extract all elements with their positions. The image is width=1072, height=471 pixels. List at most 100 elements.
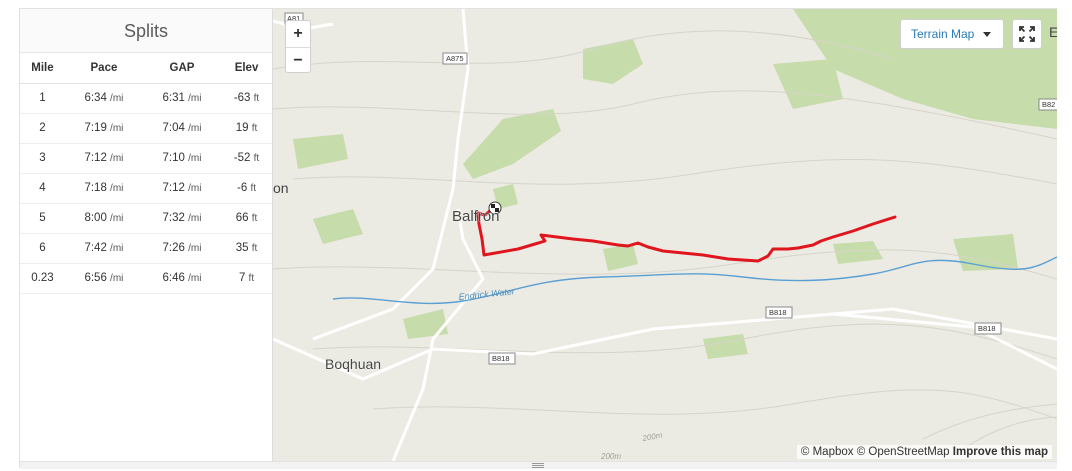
map-attribution: © Mapbox © OpenStreetMap Improve this ma…	[796, 445, 1052, 459]
route-line	[476, 208, 897, 263]
river-line	[332, 256, 1057, 305]
river-label: Endrick Water	[458, 286, 516, 302]
split-gap-unit: /mi	[188, 243, 202, 254]
split-pace-value: 7:19	[84, 122, 107, 134]
split-mile-value: 5	[39, 212, 46, 224]
zoom-out-button[interactable]: −	[286, 48, 310, 74]
resize-grip-icon[interactable]	[532, 463, 544, 468]
split-row: 0.23 6:56 /mi 6:46 /mi 7 ft	[20, 263, 272, 294]
terrain-map-dropdown[interactable]: Terrain Map	[900, 19, 1004, 49]
split-gap-value: 7:12	[162, 182, 185, 194]
split-pace-value: 7:18	[84, 182, 107, 194]
split-gap-value: 7:32	[162, 212, 185, 224]
edge-label-left: on	[273, 180, 289, 196]
split-gap-unit: /mi	[188, 183, 202, 194]
split-mile-value: 6	[39, 242, 46, 254]
edge-label-right: E	[1049, 24, 1057, 40]
split-pace: 8:00 /mi	[64, 203, 143, 234]
split-elev-value: 35	[235, 242, 249, 254]
split-pace-value: 7:42	[84, 242, 107, 254]
split-elev-value: -63	[233, 92, 251, 104]
col-gap: GAP	[142, 53, 222, 84]
split-mile-value: 2	[39, 122, 46, 134]
town-label-balfron: Balfron	[452, 208, 500, 225]
col-pace: Pace	[64, 53, 143, 84]
zoom-control: + −	[285, 20, 311, 73]
splits-panel: Splits Mile Pace GAP Elev 1 6:34 /mi 6:31 …	[20, 9, 273, 461]
split-pace-unit: /mi	[110, 243, 124, 254]
split-gap: 7:12 /mi	[142, 173, 222, 204]
split-elev: -63 ft	[221, 83, 272, 114]
split-pace-unit: /mi	[110, 183, 124, 194]
split-pace: 7:18 /mi	[64, 173, 143, 204]
split-pace: 7:42 /mi	[64, 233, 143, 264]
town-label-boqhuan: Boqhuan	[325, 356, 381, 372]
split-gap: 6:46 /mi	[142, 263, 222, 294]
split-elev-unit: ft	[248, 273, 255, 284]
split-pace-unit: /mi	[110, 153, 124, 164]
split-gap-unit: /mi	[188, 93, 202, 104]
split-gap: 7:10 /mi	[142, 143, 222, 174]
split-pace-unit: /mi	[110, 123, 124, 134]
split-gap-unit: /mi	[188, 273, 202, 284]
mapbox-attribution-link[interactable]: © Mapbox	[801, 446, 854, 458]
split-pace-unit: /mi	[110, 213, 124, 224]
split-mile: 4	[20, 173, 65, 204]
map-canvas: A81 A875 B82 B818 B818 B818 Balfron Boqh…	[273, 9, 1057, 461]
split-elev: 19 ft	[221, 113, 272, 144]
splits-table: Mile Pace GAP Elev 1 6:34 /mi 6:31 /mi -63 …	[20, 53, 272, 294]
split-elev-value: -6	[237, 182, 248, 194]
road-label-b818-b: B818	[492, 354, 510, 363]
split-mile: 5	[20, 203, 65, 234]
split-pace-value: 6:34	[84, 92, 107, 104]
split-pace: 6:34 /mi	[64, 83, 143, 114]
route-map[interactable]: A81 A875 B82 B818 B818 B818 Balfron Boqh…	[273, 9, 1057, 461]
split-mile-value: 1	[39, 92, 46, 104]
split-elev-unit: ft	[250, 183, 257, 194]
contour-label-2: 200m	[600, 452, 621, 461]
caret-down-icon	[983, 32, 991, 37]
split-row: 4 7:18 /mi 7:12 /mi -6 ft	[20, 173, 272, 204]
activity-panel: Splits Mile Pace GAP Elev 1 6:34 /mi 6:31 …	[19, 8, 1057, 469]
split-elev: 35 ft	[221, 233, 272, 264]
split-gap-value: 7:26	[162, 242, 185, 254]
split-elev-value: 66	[235, 212, 249, 224]
resize-bar[interactable]	[20, 461, 1057, 469]
improve-map-link[interactable]: Improve this map	[953, 446, 1048, 458]
split-pace: 7:12 /mi	[64, 143, 143, 174]
split-elev-value: 19	[235, 122, 249, 134]
split-mile: 2	[20, 113, 65, 144]
fullscreen-button[interactable]	[1012, 19, 1042, 49]
split-row: 2 7:19 /mi 7:04 /mi 19 ft	[20, 113, 272, 144]
split-elev: -6 ft	[221, 173, 272, 204]
expand-icon	[1019, 26, 1035, 42]
split-elev: -52 ft	[221, 143, 272, 174]
split-mile: 3	[20, 143, 65, 174]
split-elev-unit: ft	[251, 213, 258, 224]
osm-attribution-link[interactable]: © OpenStreetMap	[857, 446, 950, 458]
split-row: 1 6:34 /mi 6:31 /mi -63 ft	[20, 83, 272, 114]
split-mile-value: 4	[39, 182, 46, 194]
split-elev-value: 7	[238, 272, 246, 284]
split-pace: 6:56 /mi	[64, 263, 143, 294]
split-row: 6 7:42 /mi 7:26 /mi 35 ft	[20, 233, 272, 264]
split-elev-value: -52	[233, 152, 251, 164]
split-elev-unit: ft	[251, 123, 258, 134]
zoom-in-button[interactable]: +	[286, 21, 310, 47]
split-mile-value: 0.23	[31, 272, 54, 284]
split-pace-unit: /mi	[110, 93, 124, 104]
split-gap-value: 6:46	[162, 272, 185, 284]
split-pace: 7:19 /mi	[64, 113, 143, 144]
col-elev: Elev	[221, 53, 272, 84]
split-elev-unit: ft	[253, 93, 260, 104]
split-row: 5 8:00 /mi 7:32 /mi 66 ft	[20, 203, 272, 234]
road-label-b82: B82	[1042, 100, 1055, 109]
col-mile: Mile	[20, 53, 65, 84]
splits-header-row: Mile Pace GAP Elev	[20, 53, 272, 84]
split-gap-unit: /mi	[188, 123, 202, 134]
split-pace-value: 7:12	[84, 152, 107, 164]
terrain-map-label: Terrain Map	[911, 27, 975, 41]
road-label-b818-c: B818	[978, 324, 996, 333]
split-gap-unit: /mi	[188, 153, 202, 164]
split-mile: 1	[20, 83, 65, 114]
